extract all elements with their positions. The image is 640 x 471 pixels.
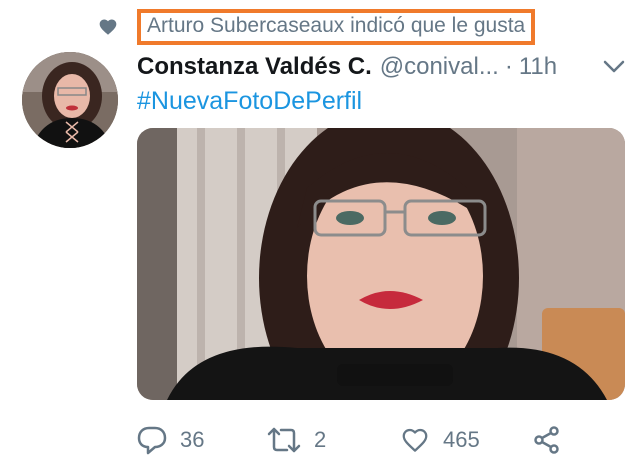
tweet-header: Constanza Valdés C. @conival... · 11h bbox=[137, 50, 631, 84]
share-icon bbox=[534, 426, 559, 454]
tweet-time[interactable]: 11h bbox=[519, 53, 557, 81]
author-handle[interactable]: @conival... bbox=[380, 53, 499, 81]
hashtag-link[interactable]: #NuevaFotoDePerfil bbox=[137, 87, 362, 116]
author-name[interactable]: Constanza Valdés C. bbox=[137, 53, 372, 81]
like-count: 465 bbox=[443, 427, 480, 452]
reply-count: 36 bbox=[180, 427, 205, 452]
chevron-down-icon[interactable] bbox=[603, 60, 625, 74]
retweet-button[interactable]: 2 bbox=[266, 423, 326, 457]
reply-button[interactable]: 36 bbox=[136, 423, 204, 457]
tweet-photo[interactable] bbox=[137, 128, 625, 400]
retweet-icon bbox=[267, 427, 301, 453]
reply-icon bbox=[137, 426, 167, 455]
separator: · bbox=[504, 53, 513, 80]
heart-icon bbox=[99, 19, 117, 35]
social-context: Arturo Subercaseaux indicó que le gusta bbox=[98, 9, 536, 45]
tweet-actions: 36 2 465 bbox=[136, 423, 636, 457]
share-button[interactable] bbox=[532, 423, 562, 457]
avatar[interactable] bbox=[22, 52, 118, 148]
liked-by-text[interactable]: Arturo Subercaseaux indicó que le gusta bbox=[137, 9, 536, 45]
like-button[interactable]: 465 bbox=[399, 423, 480, 457]
heart-outline-icon bbox=[402, 428, 428, 452]
retweet-count: 2 bbox=[314, 427, 327, 452]
